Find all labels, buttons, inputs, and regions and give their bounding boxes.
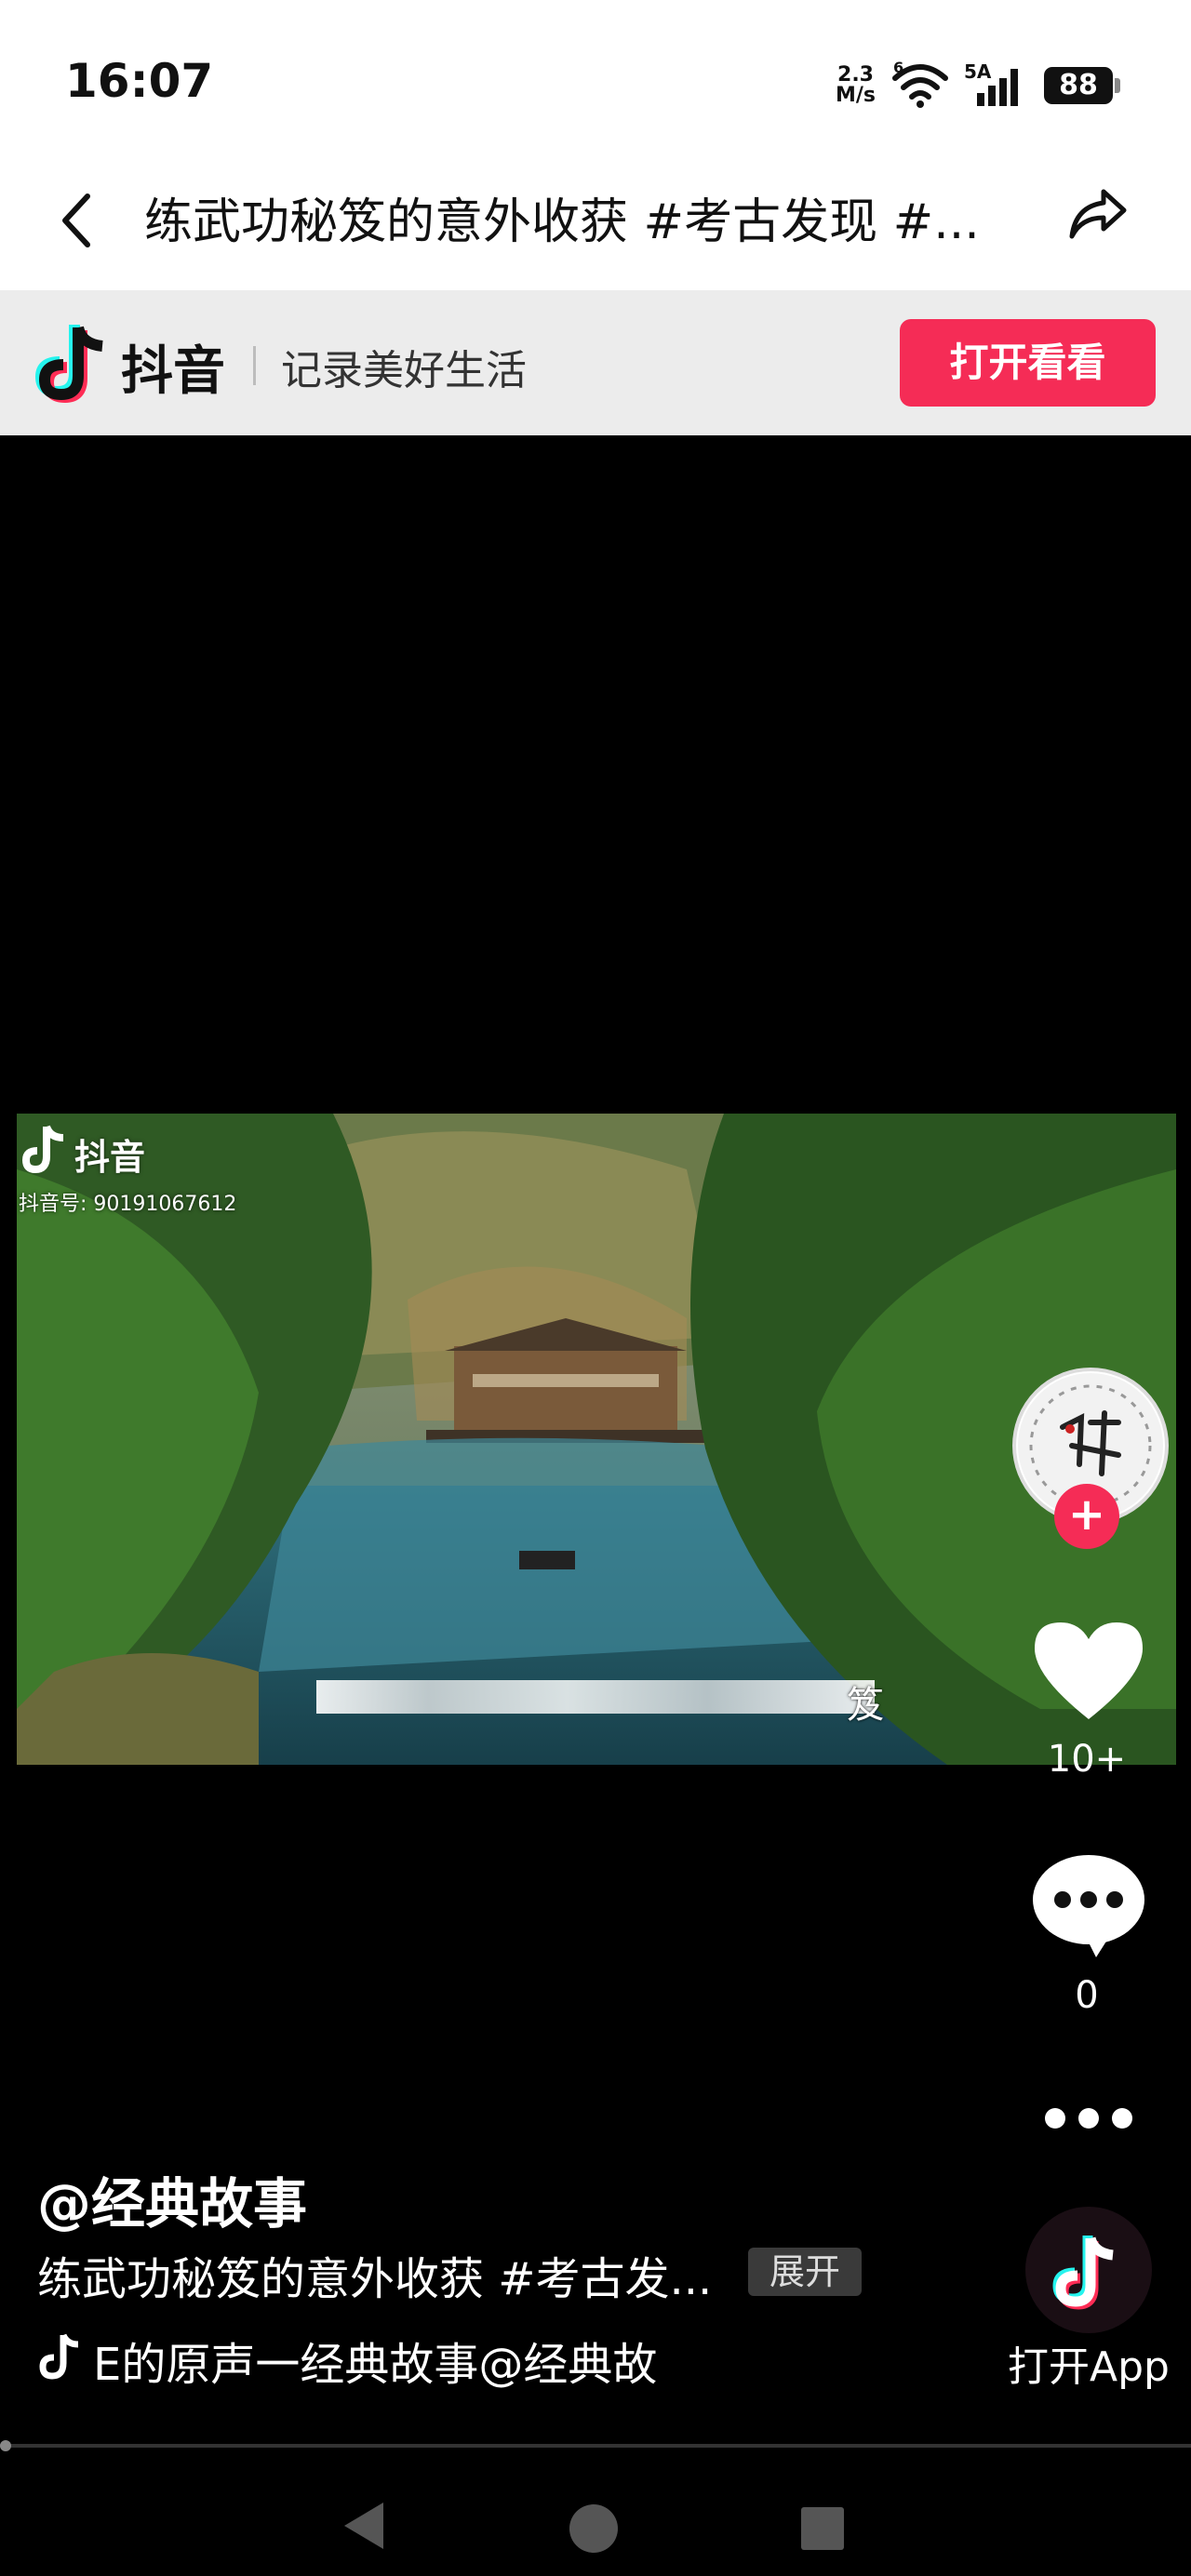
status-time: 16:07 — [65, 54, 214, 108]
battery-indicator: 88 — [1044, 67, 1113, 104]
watermark-brand: 抖音 — [74, 1137, 146, 1178]
watermark-account-id: 抖音号: 90191067612 — [19, 1193, 237, 1216]
network-speed-unit: M/s — [836, 84, 877, 107]
nav-recents-icon[interactable] — [800, 2506, 845, 2551]
like-count: 10+ — [1047, 1738, 1127, 1781]
comment-icon[interactable] — [1031, 1853, 1146, 1959]
back-icon[interactable] — [58, 191, 95, 250]
subtitle-bar — [316, 1680, 875, 1714]
comment-count: 0 — [1075, 1974, 1099, 2017]
heart-icon[interactable] — [1031, 1619, 1146, 1723]
signal-label: 5A — [964, 61, 992, 83]
banner-brand: 抖音 — [121, 341, 225, 402]
open-watch-button[interactable]: 打开看看 — [900, 319, 1156, 407]
wifi-icon: 6 — [892, 61, 948, 108]
author-name[interactable]: @经典故事 — [37, 2160, 307, 2238]
video-progress-bar[interactable] — [0, 2444, 1191, 2448]
subtitle-text: 笈 — [847, 1684, 884, 1727]
signal-icon: 5A — [964, 61, 1018, 106]
network-speed: 2.3 M/s — [836, 65, 876, 106]
share-icon[interactable] — [1068, 186, 1128, 242]
music-note-icon — [39, 2333, 79, 2380]
page-title: 练武功秘笈的意外收获 #考古发现 #... — [144, 194, 980, 250]
follow-button[interactable]: + — [1054, 1484, 1119, 1549]
open-app-icon[interactable] — [1024, 2205, 1154, 2335]
banner-slogan: 记录美好生活 — [281, 347, 527, 394]
banner-divider — [253, 346, 256, 385]
music-info[interactable]: E的原声一经典故事@经典故 — [93, 2328, 672, 2393]
more-icon[interactable] — [1040, 2104, 1137, 2132]
battery-tip — [1115, 78, 1120, 93]
nav-home-icon[interactable] — [568, 2503, 620, 2555]
video-description: 练武功秘笈的意外收获 #考古发... — [37, 2253, 713, 2305]
wifi-label: 6 — [893, 61, 903, 76]
expand-button[interactable]: 展开 — [748, 2248, 862, 2296]
video-progress-handle[interactable] — [0, 2440, 11, 2451]
douyin-logo-icon — [35, 325, 103, 404]
nav-back-icon[interactable] — [342, 2501, 385, 2551]
open-app-label[interactable]: 打开App — [996, 2333, 1182, 2393]
watermark-logo-icon — [21, 1125, 64, 1174]
network-speed-value: 2.3 — [837, 63, 874, 87]
